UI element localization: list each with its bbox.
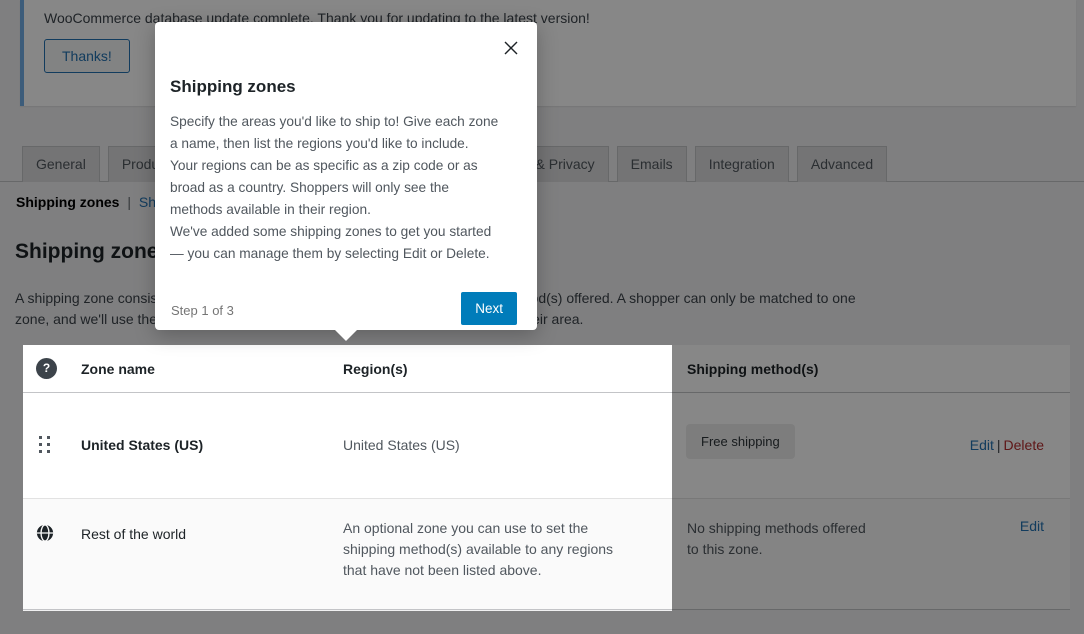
tour-body-line: Specify the areas you'd like to ship to!… (170, 111, 498, 133)
page-title: Shipping zones (15, 240, 170, 264)
thanks-button[interactable]: Thanks! (44, 39, 130, 73)
shipping-method-badge: Free shipping (686, 424, 795, 459)
no-shipping-methods-line: No shipping methods offered (687, 518, 866, 539)
table-row-united-states: United States (US) United States (US) Fr… (23, 393, 1070, 498)
tour-step-indicator: Step 1 of 3 (171, 303, 234, 318)
globe-icon (36, 524, 54, 547)
zone-region-description-line: that have not been listed above. (343, 560, 613, 581)
zone-region-description: An optional zone you can use to set the … (343, 518, 613, 581)
tour-body-line: methods available in their region. (170, 199, 498, 221)
tour-popover: Shipping zones Specify the areas you'd l… (155, 22, 537, 330)
no-shipping-methods-note: No shipping methods offered to this zone… (687, 518, 866, 560)
row-actions: Edit (1020, 518, 1044, 534)
column-header-regions: Region(s) (343, 361, 408, 377)
tour-body-line: — you can manage them by selecting Edit … (170, 243, 498, 265)
zone-name-label: Rest of the world (81, 526, 186, 542)
tour-title: Shipping zones (170, 77, 296, 97)
no-shipping-methods-line: to this zone. (687, 539, 866, 560)
close-icon[interactable] (501, 38, 521, 58)
column-header-shipping-methods: Shipping method(s) (687, 361, 818, 377)
shipping-zones-table: ? Zone name Region(s) Shipping method(s)… (23, 345, 1070, 610)
tour-body-line: Your regions can be as specific as a zip… (170, 155, 498, 177)
table-row-rest-of-world: Rest of the world An optional zone you c… (23, 498, 1070, 609)
subnav-current-shipping-zones: Shipping zones (16, 194, 119, 210)
edit-link[interactable]: Edit (1020, 518, 1044, 534)
help-icon[interactable]: ? (36, 358, 57, 379)
popover-arrow (334, 329, 358, 341)
row-actions: Edit|Delete (970, 437, 1044, 453)
tab-emails[interactable]: Emails (617, 146, 687, 182)
actions-separator: | (994, 437, 1004, 453)
drag-handle-icon[interactable] (39, 436, 51, 454)
tour-body-line: a name, then list the regions you'd like… (170, 133, 498, 155)
woocommerce-settings-page: WooCommerce database update complete. Th… (0, 0, 1084, 634)
table-header-row: ? Zone name Region(s) Shipping method(s) (23, 345, 1070, 393)
column-header-zone-name: Zone name (81, 361, 155, 377)
zone-region-description-line: An optional zone you can use to set the (343, 518, 613, 539)
edit-link[interactable]: Edit (970, 437, 994, 453)
tour-body-line: We've added some shipping zones to get y… (170, 221, 498, 243)
tab-integration[interactable]: Integration (695, 146, 789, 182)
next-button[interactable]: Next (461, 292, 517, 325)
tour-body: Specify the areas you'd like to ship to!… (170, 111, 498, 265)
zone-name-link[interactable]: United States (US) (81, 437, 203, 453)
tour-body-line: broad as a country. Shoppers will only s… (170, 177, 498, 199)
zone-region: United States (US) (343, 437, 460, 453)
zone-region-description-line: shipping method(s) available to any regi… (343, 539, 613, 560)
tab-general[interactable]: General (22, 146, 100, 182)
subnav-separator: | (123, 194, 135, 210)
delete-link[interactable]: Delete (1004, 437, 1044, 453)
tab-advanced[interactable]: Advanced (797, 146, 887, 182)
